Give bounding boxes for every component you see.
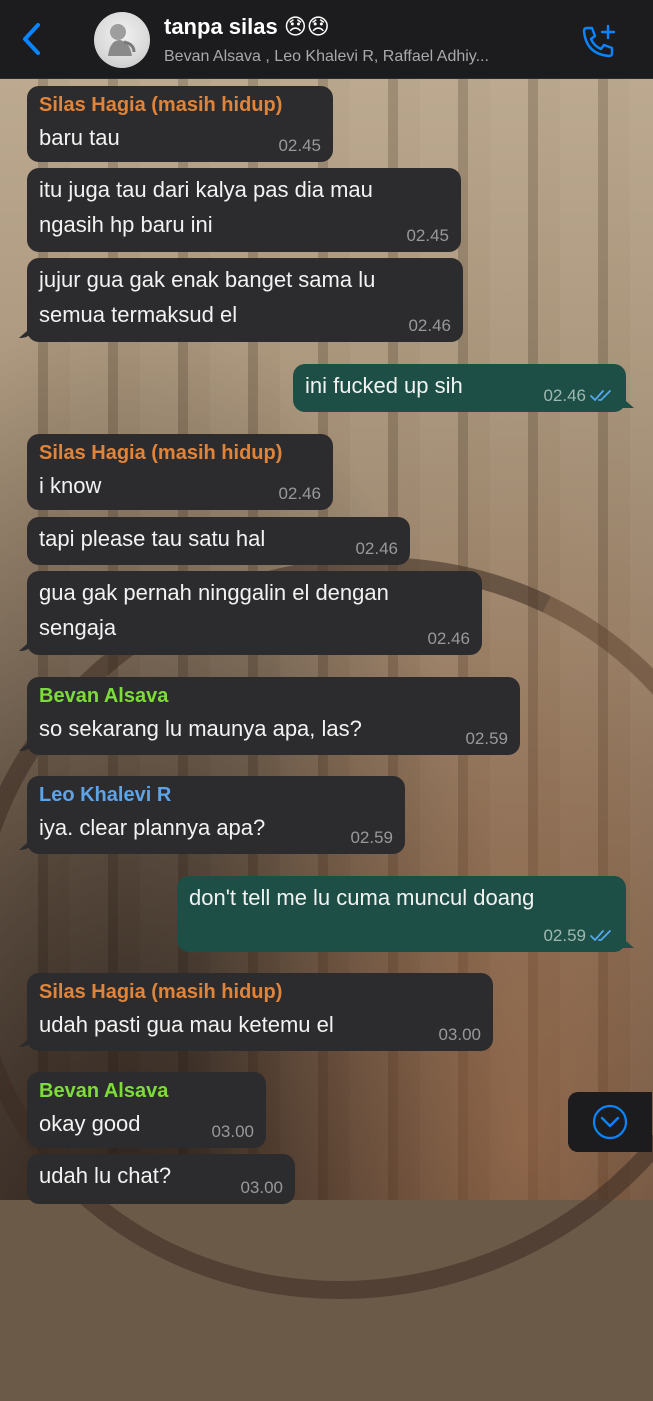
- message-bubble[interactable]: jujur gua gak enak banget sama lu semua …: [19, 258, 463, 342]
- message-time: 02.46: [408, 316, 451, 335]
- message-time: 02.46: [278, 484, 321, 503]
- message-text: gua gak pernah ninggalin el dengan: [39, 580, 389, 605]
- sender-name: Silas Hagia (masih hidup): [39, 94, 283, 116]
- scroll-to-bottom-button[interactable]: [568, 1092, 652, 1152]
- message-time: 02.59: [465, 729, 508, 748]
- add-call-icon: [582, 24, 616, 58]
- message-text: udah pasti gua mau ketemu el: [39, 1012, 334, 1037]
- message-text: tapi please tau satu hal: [39, 526, 266, 551]
- back-button[interactable]: [14, 22, 48, 56]
- message-bubble[interactable]: Bevan Alsava so sekarang lu maunya apa, …: [19, 677, 520, 755]
- chat-participants[interactable]: Bevan Alsava , Leo Khalevi R, Raffael Ad…: [164, 48, 564, 66]
- message-bubble[interactable]: Silas Hagia (masih hidup) udah pasti gua…: [19, 973, 493, 1051]
- message-time: 02.46: [427, 629, 470, 648]
- sender-name: Bevan Alsava: [39, 1080, 169, 1102]
- message-time: 02.45: [406, 226, 449, 245]
- message-text: itu juga tau dari kalya pas dia mau: [39, 177, 373, 202]
- message-bubble[interactable]: gua gak pernah ninggalin el dengan senga…: [19, 571, 482, 655]
- message-bubble[interactable]: tapi please tau satu hal 02.46: [27, 517, 410, 565]
- message-time: 03.00: [240, 1178, 283, 1197]
- add-call-button[interactable]: [578, 22, 618, 62]
- message-time: 02.46: [355, 539, 398, 558]
- message-time: 02.45: [278, 136, 321, 155]
- message-time: 03.00: [438, 1025, 481, 1044]
- message-bubble[interactable]: Leo Khalevi R iya. clear plannya apa? 02…: [19, 776, 405, 854]
- chevron-down-circle-icon: [592, 1104, 628, 1140]
- sender-name: Silas Hagia (masih hidup): [39, 981, 283, 1003]
- message-text: semua termaksud el: [39, 302, 238, 327]
- message-text: iya. clear plannya apa?: [39, 815, 266, 840]
- message-text: don't tell me lu cuma muncul doang: [189, 885, 535, 910]
- message-bubble[interactable]: Silas Hagia (masih hidup) i know 02.46: [27, 434, 333, 510]
- message-bubble-outgoing[interactable]: ini fucked up sih 02.46: [293, 364, 634, 412]
- message-text: so sekarang lu maunya apa, las?: [39, 716, 362, 741]
- message-time-status: 02.59: [543, 926, 614, 946]
- message-time: 02.46: [543, 386, 586, 405]
- message-bubble-outgoing[interactable]: don't tell me lu cuma muncul doang 02.59: [177, 876, 634, 952]
- message-time: 02.59: [543, 926, 586, 945]
- message-bubble[interactable]: Silas Hagia (masih hidup) baru tau 02.45: [27, 86, 333, 162]
- sender-name: Bevan Alsava: [39, 685, 169, 707]
- read-ticks-icon: [590, 390, 611, 402]
- message-time: 02.59: [350, 828, 393, 847]
- sender-name: Silas Hagia (masih hidup): [39, 442, 283, 464]
- message-bubble[interactable]: Bevan Alsava okay good 03.00: [27, 1072, 266, 1148]
- read-ticks-icon: [590, 930, 611, 942]
- message-time-status: 02.46: [543, 386, 614, 406]
- message-text: sengaja: [39, 615, 117, 640]
- group-avatar[interactable]: [94, 12, 150, 68]
- chat-header: tanpa silas 😞😞 Bevan Alsava , Leo Khalev…: [0, 0, 653, 79]
- message-text: ngasih hp baru ini: [39, 212, 213, 237]
- message-bubble[interactable]: itu juga tau dari kalya pas dia mau ngas…: [27, 168, 461, 252]
- message-bubble[interactable]: udah lu chat? 03.00: [27, 1154, 295, 1204]
- message-text: jujur gua gak enak banget sama lu: [39, 267, 376, 292]
- chevron-left-icon: [23, 23, 40, 55]
- message-time: 03.00: [211, 1122, 254, 1141]
- chat-title[interactable]: tanpa silas 😞😞: [164, 14, 330, 40]
- sender-name: Leo Khalevi R: [39, 784, 172, 806]
- avatar-figure-icon: [108, 24, 136, 56]
